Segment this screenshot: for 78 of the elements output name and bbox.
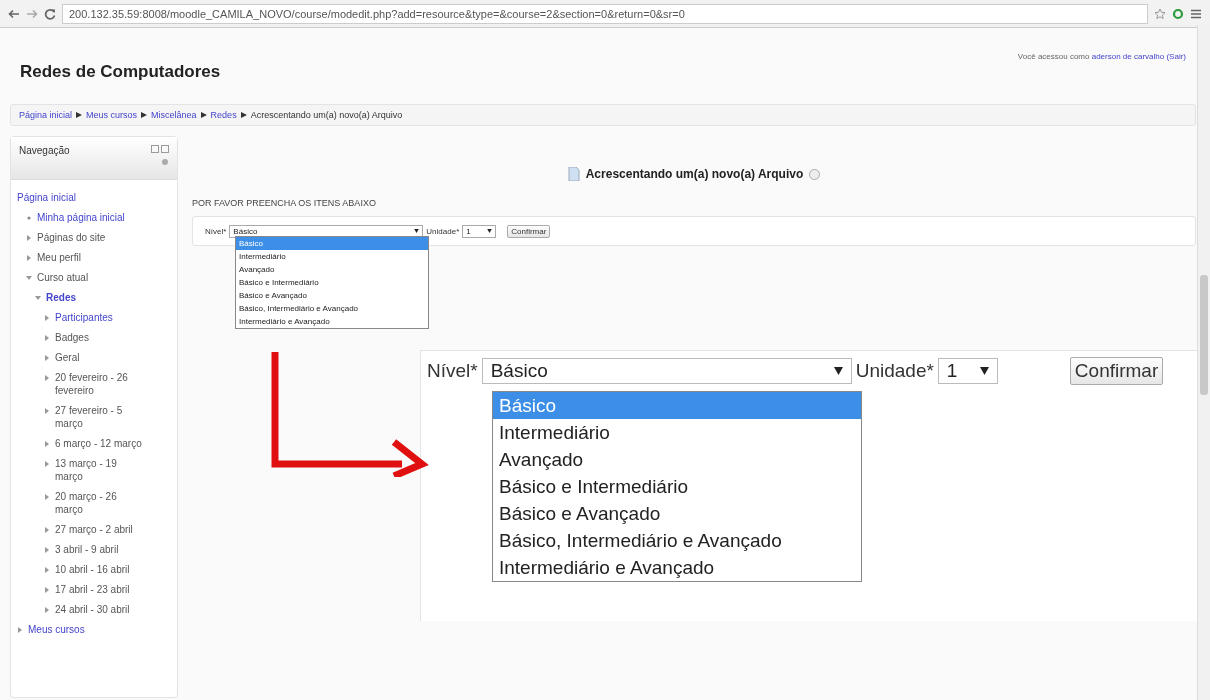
caret-icon [833, 367, 843, 375]
nav-item[interactable]: Página inicial [17, 191, 76, 204]
nav-item[interactable]: 27 março - 2 abril [55, 523, 133, 536]
nav-item[interactable]: 17 abril - 23 abril [55, 583, 130, 596]
nav-item[interactable]: Curso atual [37, 271, 89, 284]
page-heading: Acrescentando um(a) novo(a) Arquivo [585, 167, 804, 181]
unit-select[interactable]: 1 [937, 358, 998, 384]
breadcrumb-item[interactable]: Meus cursos [86, 110, 138, 120]
user-link[interactable]: aderson de carvalho [1091, 52, 1165, 61]
star-icon[interactable] [1154, 7, 1166, 20]
nav-item[interactable]: Meus cursos [28, 623, 85, 636]
nav-item[interactable]: 27 fevereiro - 5 março [55, 404, 147, 430]
nav-item[interactable]: 3 abril - 9 abril [55, 543, 119, 556]
nav-item[interactable]: 24 abril - 30 abril [55, 603, 130, 616]
expand-arrow-icon[interactable] [44, 408, 50, 414]
nav-item[interactable]: Minha página inicial [37, 211, 125, 224]
nav-item[interactable]: Badges [55, 331, 89, 344]
address-bar[interactable]: 200.132.35.59:8008/moodle_CAMILA_NOVO/course/modedit.php?add=resource&type=&course=2&section=0&return=0&sr=0 [62, 3, 1148, 24]
nav-item[interactable]: 10 abril - 16 abril [55, 563, 130, 576]
caret-icon [487, 229, 493, 233]
expand-arrow-icon[interactable] [44, 441, 50, 447]
expand-arrow-icon[interactable] [44, 355, 50, 361]
nav-item[interactable]: Participantes [55, 311, 113, 324]
collapse-arrow-icon[interactable] [26, 275, 32, 281]
expand-arrow-icon[interactable] [26, 235, 32, 241]
breadcrumb-item[interactable]: Miscelânea [151, 110, 197, 120]
separator-arrow-icon [200, 112, 207, 118]
login-info: Você acessou como aderson de carvalho (Sair) [1017, 52, 1186, 61]
expand-arrow-icon[interactable] [44, 461, 50, 467]
unit-label: Unidade* [855, 360, 934, 382]
breadcrumb-item: Acrescentando um(a) novo(a) Arquivo [250, 110, 403, 120]
expand-arrow-icon[interactable] [44, 335, 50, 341]
nav-item[interactable]: 13 março - 19 março [55, 457, 147, 483]
collapse-arrow-icon[interactable] [35, 295, 41, 301]
back-icon[interactable] [8, 7, 20, 20]
unit-select[interactable]: 1 [462, 224, 497, 238]
nav-item[interactable]: Meu perfil [37, 251, 81, 264]
nav-item[interactable]: Geral [55, 351, 80, 364]
bullet-icon [26, 215, 32, 221]
block-title: Navegação [19, 145, 70, 158]
nav-item[interactable]: 20 fevereiro - 26 fevereiro [55, 371, 147, 397]
breadcrumb-item[interactable]: Redes [210, 110, 237, 120]
confirm-button[interactable]: Confirmar [1069, 357, 1164, 385]
separator-arrow-icon [76, 112, 83, 118]
site-title: Redes de Computadores [20, 62, 221, 82]
expand-arrow-icon[interactable] [44, 315, 50, 321]
help-icon[interactable] [809, 168, 821, 180]
menu-icon[interactable] [1190, 7, 1202, 20]
expand-arrow-icon[interactable] [44, 567, 50, 573]
nav-item[interactable]: Redes [46, 291, 76, 304]
expand-arrow-icon[interactable] [44, 547, 50, 553]
circle-icon[interactable] [1172, 7, 1184, 20]
caret-icon [414, 229, 420, 233]
instructions: POR FAVOR PREENCHA OS ITENS ABAIXO [192, 198, 377, 208]
expand-arrow-icon[interactable] [17, 627, 23, 633]
caret-icon [979, 367, 989, 375]
confirm-button[interactable]: Confirmar [507, 224, 551, 238]
reload-icon[interactable] [44, 7, 56, 20]
expand-arrow-icon[interactable] [44, 527, 50, 533]
expand-arrow-icon[interactable] [44, 587, 50, 593]
unit-label: Unidade* [426, 226, 460, 236]
nav-item[interactable]: 6 março - 12 março [55, 437, 142, 450]
scrollbar[interactable] [1197, 25, 1210, 700]
level-select[interactable]: Básico [481, 358, 852, 384]
separator-arrow-icon [141, 112, 148, 118]
nav-item[interactable]: Páginas do site [37, 231, 106, 244]
level-label: Nível* [427, 360, 478, 382]
separator-arrow-icon [240, 112, 247, 118]
file-icon [567, 167, 580, 181]
forward-icon[interactable] [26, 7, 38, 20]
breadcrumb-item[interactable]: Página inicial [19, 110, 73, 120]
level-label: Nível* [205, 226, 227, 236]
expand-arrow-icon[interactable] [44, 607, 50, 613]
expand-arrow-icon[interactable] [26, 255, 32, 261]
nav-item[interactable]: 20 março - 26 março [55, 490, 147, 516]
logout-link[interactable]: (Sair) [1166, 52, 1186, 61]
expand-arrow-icon[interactable] [44, 494, 50, 500]
expand-arrow-icon[interactable] [44, 375, 50, 381]
